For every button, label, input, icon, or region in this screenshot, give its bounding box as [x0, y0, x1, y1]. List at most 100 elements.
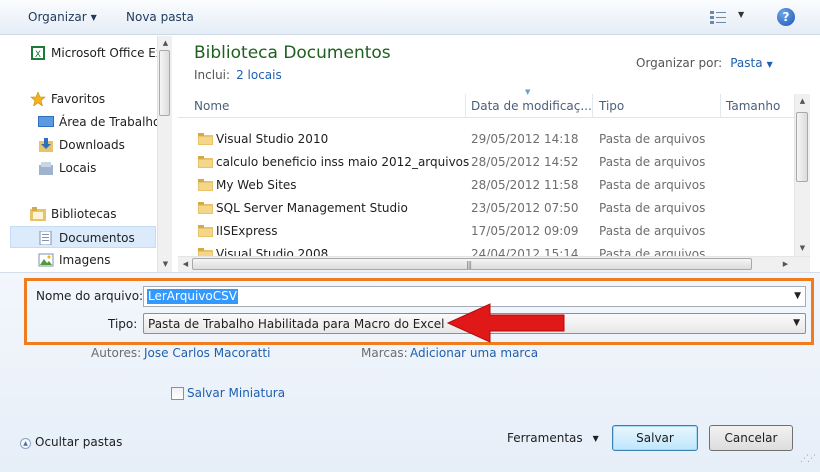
file-row[interactable]: IISExpress 17/05/2012 09:09 Pasta de arq… [178, 220, 794, 243]
file-date: 29/05/2012 14:18 [471, 132, 579, 146]
file-type: Pasta de arquivos [599, 224, 706, 238]
folder-icon [198, 202, 213, 214]
navigation-pane: X Microsoft Office Ex Favoritos Área de … [0, 36, 172, 272]
column-headers: Nome Data de modificaç... Tipo Tamanho [178, 94, 794, 118]
file-type: Pasta de arquivos [599, 155, 706, 169]
folder-icon [198, 133, 213, 145]
nav-item-images[interactable]: Imagens [0, 249, 158, 271]
downloads-icon [39, 138, 53, 152]
excel-icon: X [31, 46, 45, 60]
chevron-down-icon: ▼ [592, 434, 599, 443]
file-row[interactable]: SQL Server Management Studio 23/05/2012 … [178, 197, 794, 220]
file-name: Visual Studio 2010 [216, 132, 329, 146]
nav-item-label: Bibliotecas [51, 207, 117, 221]
nav-item-label: Imagens [59, 253, 111, 267]
organize-button[interactable]: Organizar ▼ [28, 10, 97, 24]
hide-folders-button[interactable]: ▲ Ocultar pastas [20, 435, 122, 449]
nav-item-label: Locais [59, 161, 97, 175]
nav-item-label: Documentos [59, 231, 135, 245]
nav-item-desktop[interactable]: Área de Trabalho [0, 111, 158, 133]
hide-folders-label: Ocultar pastas [35, 435, 123, 449]
nav-item-downloads[interactable]: Downloads [0, 134, 158, 156]
column-name[interactable]: Nome [194, 99, 229, 113]
column-type[interactable]: Tipo [599, 99, 624, 113]
tools-label: Ferramentas [507, 431, 583, 445]
file-list-vscroll-thumb[interactable] [796, 112, 808, 182]
include-locations-link[interactable]: 2 locais [236, 68, 282, 82]
file-name: IISExpress [216, 224, 278, 238]
nav-scroll-thumb[interactable] [159, 50, 170, 116]
save-thumbnail-checkbox[interactable] [171, 387, 184, 400]
file-name: calculo beneficio inss maio 2012_arquivo… [216, 155, 470, 169]
scroll-grip-icon: ||| [466, 260, 472, 269]
nav-item-label: Área de Trabalho [59, 115, 158, 129]
tags-label: Marcas: [361, 346, 408, 360]
authors-label: Autores: [91, 346, 142, 360]
folder-icon [198, 179, 213, 191]
new-folder-button[interactable]: Nova pasta [126, 10, 194, 24]
column-divider[interactable] [592, 94, 593, 118]
authors-value[interactable]: Jose Carlos Macoratti [144, 346, 270, 360]
images-icon [38, 253, 54, 267]
file-type: Pasta de arquivos [599, 178, 706, 192]
help-icon[interactable]: ? [777, 8, 795, 26]
save-button[interactable]: Salvar [612, 425, 698, 451]
file-date: 28/05/2012 14:52 [471, 155, 579, 169]
column-size[interactable]: Tamanho [726, 99, 780, 113]
arrange-by: Organizar por: Pasta ▼ [636, 56, 773, 70]
arrange-dropdown[interactable]: Pasta [730, 56, 762, 70]
scroll-down-icon[interactable]: ▼ [158, 260, 173, 268]
nav-item-documents[interactable]: Documentos [10, 226, 156, 248]
cancel-button[interactable]: Cancelar [709, 425, 793, 451]
annotation-highlight-box [24, 278, 814, 345]
file-row[interactable]: Visual Studio 2010 29/05/2012 14:18 Past… [178, 128, 794, 151]
save-thumbnail-label[interactable]: Salvar Miniatura [187, 386, 285, 400]
file-list-hscroll-thumb[interactable] [192, 258, 752, 270]
column-divider[interactable] [720, 94, 721, 118]
folder-icon [198, 225, 213, 237]
chevron-down-icon[interactable]: ▼ [767, 60, 773, 69]
new-folder-label: Nova pasta [126, 10, 194, 24]
nav-item-label: Favoritos [51, 92, 106, 106]
tools-button[interactable]: Ferramentas ▼ [507, 431, 599, 445]
library-icon [30, 207, 46, 221]
nav-item-office[interactable]: X Microsoft Office Ex [0, 42, 158, 64]
command-bar: Organizar ▼ Nova pasta ▼ ? [0, 0, 820, 35]
file-date: 28/05/2012 11:58 [471, 178, 579, 192]
file-date: 17/05/2012 09:09 [471, 224, 579, 238]
scroll-right-icon[interactable]: ▶ [778, 260, 793, 268]
documents-icon [39, 231, 52, 245]
nav-item-libraries[interactable]: Bibliotecas [0, 203, 158, 225]
desktop-icon [38, 116, 54, 127]
tags-value[interactable]: Adicionar uma marca [410, 346, 538, 360]
scroll-up-icon[interactable]: ▲ [795, 97, 810, 105]
file-row[interactable]: calculo beneficio inss maio 2012_arquivo… [178, 151, 794, 174]
annotation-arrow-icon [446, 303, 565, 343]
views-dropdown-icon[interactable]: ▼ [738, 10, 744, 19]
folder-icon [198, 156, 213, 168]
organize-label: Organizar [28, 10, 87, 24]
chevron-down-icon: ▼ [90, 13, 97, 22]
chevron-up-icon: ▲ [20, 438, 31, 449]
scroll-down-icon[interactable]: ▼ [795, 244, 810, 252]
scroll-left-icon[interactable]: ◀ [178, 260, 193, 268]
nav-item-label: Microsoft Office Ex [51, 46, 158, 60]
include-label: Inclui: [194, 68, 231, 82]
places-icon [39, 162, 53, 175]
scroll-up-icon[interactable]: ▲ [158, 39, 173, 47]
nav-item-places[interactable]: Locais [0, 157, 158, 179]
file-row[interactable]: My Web Sites 28/05/2012 11:58 Pasta de a… [178, 174, 794, 197]
nav-item-label: Downloads [59, 138, 125, 152]
resize-grip-icon[interactable]: ⋰⋰ [800, 454, 816, 464]
file-type: Pasta de arquivos [599, 132, 706, 146]
file-type: Pasta de arquivos [599, 201, 706, 215]
column-divider[interactable] [465, 94, 466, 118]
arrange-label: Organizar por: [636, 56, 723, 70]
file-name: SQL Server Management Studio [216, 201, 408, 215]
column-date[interactable]: Data de modificaç... [471, 99, 592, 113]
nav-item-favorites[interactable]: Favoritos [0, 88, 158, 110]
views-icon[interactable] [710, 10, 726, 24]
svg-text:X: X [35, 50, 41, 60]
file-date: 23/05/2012 07:50 [471, 201, 579, 215]
file-list: Visual Studio 2010 29/05/2012 14:18 Past… [178, 128, 794, 258]
